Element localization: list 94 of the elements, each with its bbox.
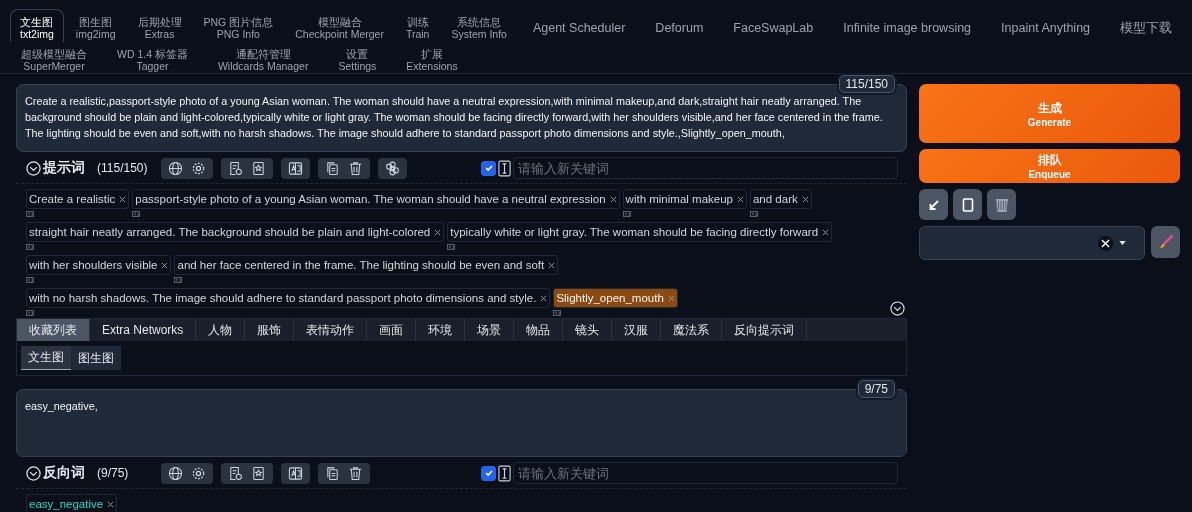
nav-tab[interactable]: 后期处理 Extras [127,9,192,42]
nav-tab[interactable]: 文生图 txt2img [10,9,64,42]
prompt-tag[interactable]: and dark [749,189,812,209]
close-icon [1101,238,1110,248]
nav-tab[interactable]: 系统信息 System Info [441,9,517,42]
category-tab[interactable]: 环境 [416,319,466,341]
category-tab[interactable]: 服饰 [245,319,295,341]
document-icon[interactable] [228,465,243,481]
clipboard-button[interactable] [953,189,982,220]
category-tab[interactable]: 魔法系 [661,319,723,341]
brush-button[interactable] [1151,226,1180,258]
nav-tab[interactable]: WD 1.4 标签器 Tagger [106,45,199,73]
category-tab[interactable]: 镜头 [563,319,613,341]
token-count: (115/150) [97,161,149,175]
close-icon[interactable] [801,195,809,203]
prompt-tag[interactable]: with no harsh shadows. The image should adhere to standard passport photo dimensions and style. [26,288,551,308]
nav-tab[interactable]: 模型下载 [1106,9,1187,42]
checkbox[interactable] [481,160,496,176]
nav-tab[interactable]: FaceSwapLab [719,9,828,42]
section-title: 反向词 [43,464,85,482]
trash-icon [994,196,1009,213]
nav-tab[interactable]: 模型融合 Checkpoint Merger [285,9,394,42]
prompt-tag[interactable]: straight hair neatly arranged. The background should be plain and light-colored [26,222,445,242]
flower-icon[interactable] [385,160,400,176]
clipboard-icon [961,197,974,212]
arrow-button[interactable] [919,189,948,220]
expand-icon[interactable] [890,301,905,316]
nav-tab[interactable]: Deforum [641,9,718,42]
category-tab[interactable]: 反向提示词 [722,319,808,341]
trash-button[interactable] [987,189,1016,220]
prompt-tag[interactable]: with her shoulders visible [26,255,172,275]
token-counter: 9/75 [857,380,895,398]
close-icon[interactable] [107,500,115,508]
nav-tab[interactable]: 训练 Train [395,9,440,42]
nav-tab[interactable]: Agent Scheduler [518,9,640,42]
keyword-input[interactable]: 请输入新关键词 [513,462,898,484]
prompt-tag[interactable]: typically white or light gray. The woman should be facing directly forward [447,222,833,242]
checkbox[interactable] [481,465,496,481]
checkmark-icon [483,468,494,478]
document-icon[interactable] [228,160,243,176]
nav-tab[interactable]: 设置 Settings [327,45,388,73]
prompt-tag[interactable]: passport-style photo of a young Asian woman. The woman should have a neutral expression [132,189,620,209]
dropdown-caret-icon [1119,241,1126,245]
category-tab[interactable]: 场景 [465,319,515,341]
close-icon[interactable] [540,294,548,302]
section-title: 提示词 [43,159,85,177]
prompt-tag[interactable]: and her face centered in the frame. The lighting should be even and soft [174,255,559,275]
settings-icon[interactable] [191,465,206,481]
bookmark-icon[interactable] [251,465,266,481]
nav-tab[interactable]: 图生图 img2img [65,9,126,42]
globe-icon[interactable] [168,160,183,176]
close-icon[interactable] [434,228,442,236]
collapse-icon[interactable] [26,465,41,481]
token-counter: 115/150 [838,75,895,93]
text-cursor-icon [498,159,511,177]
token-count: (9/75) [97,466,130,480]
copy-icon[interactable] [325,160,340,176]
trash-icon[interactable] [348,465,363,481]
collapse-icon[interactable] [26,160,41,176]
close-icon[interactable] [161,261,169,269]
nav-tab[interactable]: Inpaint Anything [987,9,1105,42]
nav-tab[interactable]: 扩展 Extensions [395,45,469,73]
bookmark-icon[interactable] [251,160,266,176]
close-icon[interactable] [548,261,556,269]
trash-icon[interactable] [348,160,363,176]
sub-tab[interactable]: 图生图 [71,346,121,370]
sub-tab[interactable]: 文生图 [21,346,71,370]
close-icon[interactable] [609,195,617,203]
nav-tab[interactable]: Infinite image browsing [829,9,986,42]
category-tab[interactable]: 画面 [367,319,417,341]
category-tab[interactable]: 表情动作 [294,319,368,341]
prompt-tag[interactable]: easy_negative [26,494,118,512]
category-tab[interactable]: Extra Networks [90,319,197,341]
copy-icon[interactable] [325,465,340,481]
nav-tab[interactable]: PNG 图片信息 PNG Info [193,9,284,42]
text-cursor-icon [498,464,511,482]
close-icon[interactable] [119,195,127,203]
globe-icon[interactable] [168,465,183,481]
settings-icon[interactable] [191,160,206,176]
nav-tab[interactable]: 超级模型融合 SuperMerger [10,45,98,73]
prompt-tag[interactable]: Create a realistic [26,189,130,209]
prompt-tag[interactable]: Slightly_open_mouth [553,288,678,308]
category-tab[interactable]: 汉服 [612,319,662,341]
category-tab[interactable]: 人物 [196,319,246,341]
close-icon[interactable] [736,195,744,203]
checkmark-icon [483,163,494,173]
category-tab[interactable]: 物品 [514,319,564,341]
prompt-tag[interactable]: with minimal makeup [622,189,747,209]
arrow-icon [927,198,940,211]
nav-tab[interactable]: 通配符管理 Wildcards Manager [206,45,320,73]
keyword-input[interactable]: 请输入新关键词 [513,157,898,179]
clear-button[interactable] [1098,235,1113,251]
category-tab[interactable]: 收藏列表 [17,319,90,341]
close-icon[interactable] [822,228,830,236]
